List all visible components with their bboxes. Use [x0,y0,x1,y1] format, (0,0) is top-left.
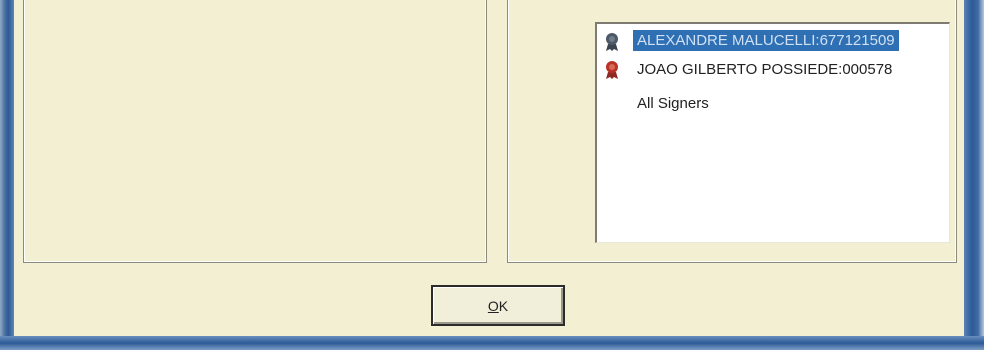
window-frame-right [964,0,984,340]
ok-label-rest: K [498,297,509,314]
certificate-ribbon-icon [606,61,618,79]
signer-label: JOAO GILBERTO POSSIEDE:000578 [637,61,893,78]
details-panel [23,0,487,263]
signer-label: ALEXANDRE MALUCELLI:677121509 [633,30,899,51]
window-frame-bottom [0,336,984,350]
ok-mnemonic: O [487,297,499,314]
signer-item-all[interactable]: All Signers [597,90,949,116]
signer-item-joao[interactable]: JOAO GILBERTO POSSIEDE:000578 [597,56,949,82]
signature-properties-dialog: ALEXANDRE MALUCELLI:677121509 JOAO GILBE… [0,0,984,356]
signer-label: All Signers [637,95,709,112]
signer-item-alexandre[interactable]: ALEXANDRE MALUCELLI:677121509 [597,28,949,54]
signers-listbox[interactable]: ALEXANDRE MALUCELLI:677121509 JOAO GILBE… [595,22,950,243]
window-frame-left [0,0,14,340]
certificate-ribbon-icon [606,33,618,51]
ok-button[interactable]: OK [431,285,565,326]
